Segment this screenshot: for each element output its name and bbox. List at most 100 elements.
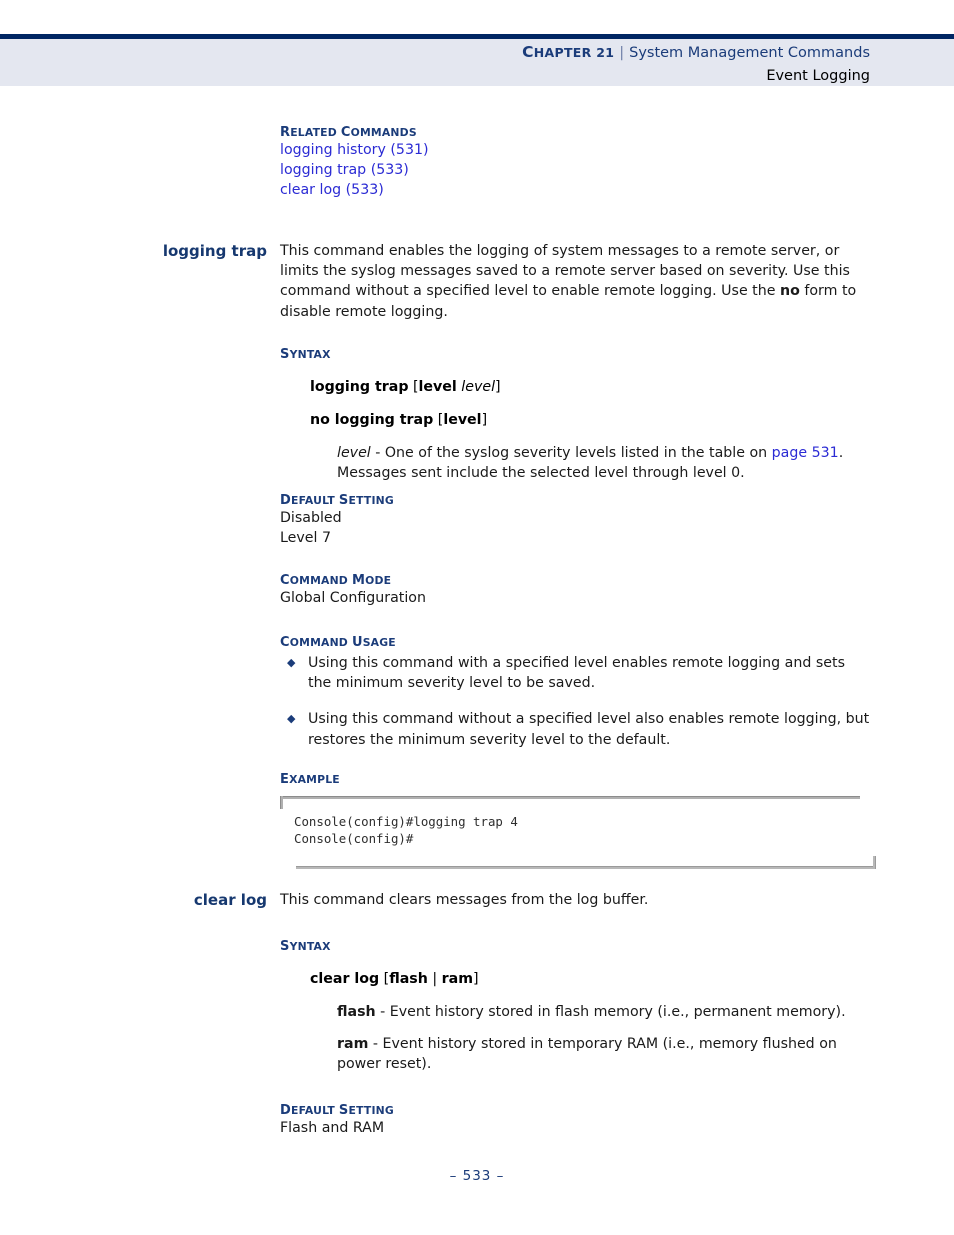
default-setting-heading: DEFAULT SETTING (280, 489, 870, 508)
heading-initial-2: S (338, 493, 349, 508)
heading-initial: D (280, 493, 291, 508)
syntax-pipe: | (427, 971, 442, 987)
example-box-top-left-tick (280, 796, 283, 809)
clear-log-description-text: This command clears messages from the lo… (280, 892, 649, 908)
heading-initial: S (280, 347, 290, 362)
desc-part-1: This command enables the logging of syst… (280, 243, 850, 300)
syntax-bracket-open: [ (408, 379, 419, 395)
heading-rest: OMMAND (289, 636, 352, 649)
chapter-label-initial: C (522, 43, 534, 61)
syntax-param-description-flash: flash - Event history stored in flash me… (337, 1002, 870, 1022)
syntax-bracket-close: ] (473, 971, 479, 987)
syntax-param-level: level (456, 379, 496, 395)
example-console-code: Console(config)#logging trap 4 Console(c… (294, 814, 518, 846)
header-subtitle: Event Logging (766, 68, 870, 84)
header-chapter-line: CHAPTER 21 | System Management Commands (0, 41, 870, 64)
related-command-link-logging-history[interactable]: logging history (531) (280, 140, 870, 160)
syntax-line-logging-trap: logging trap [level level] (310, 377, 870, 397)
heading-rest: YNTAX (289, 940, 331, 953)
diamond-bullet-icon: ◆ (287, 656, 296, 669)
syntax-option-ram: ram (441, 971, 474, 987)
related-command-link-logging-trap[interactable]: logging trap (533) (280, 160, 870, 180)
syntax-bracket-close: ] (495, 379, 501, 395)
heading-rest: XAMPLE (289, 773, 340, 786)
heading-rest-2: ETTING (348, 494, 394, 507)
heading-rest-2: SAGE (362, 636, 396, 649)
clear-log-syntax-section: SYNTAX clear log [flash | ram] flash - E… (280, 935, 870, 1075)
chapter-label: CHAPTER 21 (522, 43, 615, 61)
page-footer: – 533 – (449, 1168, 505, 1184)
logging-trap-example-section: EXAMPLE Console(config)#logging trap 4 C… (280, 768, 876, 869)
syntax-bracket-open: [ (379, 971, 390, 987)
desc-bold-no: no (779, 283, 800, 300)
heading-rest-2: ETTING (348, 1104, 394, 1117)
clear-log-default-setting-section: DEFAULT SETTING Flash and RAM (280, 1099, 870, 1138)
heading-initial: C (280, 635, 290, 650)
command-mode-value: Global Configuration (280, 590, 426, 606)
default-setting-value: Flash and RAM (280, 1120, 385, 1136)
heading-initial-2: C (340, 125, 351, 140)
running-header: CHAPTER 21 | System Management Commands Ev… (0, 41, 870, 87)
logging-trap-default-setting-section: DEFAULT SETTING Disabled Level 7 (280, 489, 870, 548)
param-name-level: level (337, 445, 371, 461)
heading-initial: D (280, 1103, 291, 1118)
header-title: System Management Commands (629, 45, 870, 61)
default-setting-heading: DEFAULT SETTING (280, 1099, 870, 1118)
logging-trap-description-text: This command enables the logging of syst… (280, 241, 870, 322)
list-item: ◆ Using this command without a specified… (280, 709, 870, 749)
syntax-line-no-logging-trap: no logging trap [level] (310, 410, 870, 430)
heading-rest-2: OMMANDS (350, 126, 417, 139)
chapter-label-rest: HAPTER 21 (533, 45, 615, 60)
syntax-command-no: no logging trap (310, 412, 434, 428)
example-heading: EXAMPLE (280, 768, 870, 787)
usage-bullet-text-2: Using this command without a specified l… (308, 711, 870, 748)
syntax-option-flash: flash (389, 971, 428, 987)
syntax-param-description-ram: ram - Event history stored in temporary … (337, 1034, 870, 1074)
syntax-command: clear log (310, 971, 380, 987)
syntax-line-clear-log: clear log [flash | ram] (310, 969, 870, 989)
heading-rest: YNTAX (289, 348, 331, 361)
related-command-link-clear-log[interactable]: clear log (533) (280, 180, 870, 200)
command-heading-clear-log: clear log (193, 891, 267, 909)
param-text-1: - One of the syslog severity levels list… (370, 445, 772, 461)
heading-initial: C (280, 573, 290, 588)
heading-rest: EFAULT (291, 494, 339, 507)
param-text-flash: - Event history stored in flash memory (… (375, 1004, 846, 1020)
syntax-heading: SYNTAX (280, 343, 870, 362)
example-box-top-rule (280, 796, 860, 799)
heading-initial: E (280, 772, 290, 787)
heading-initial: R (280, 125, 291, 140)
default-setting-value-disabled: Disabled (280, 510, 342, 526)
syntax-heading: SYNTAX (280, 935, 870, 954)
header-separator: | (619, 45, 625, 61)
command-mode-heading: COMMAND MODE (280, 569, 870, 588)
example-box-bottom-rule (296, 866, 876, 869)
heading-initial-2: U (351, 635, 363, 650)
heading-rest: OMMAND (289, 574, 352, 587)
heading-rest: EFAULT (291, 1104, 339, 1117)
command-heading-logging-trap: logging trap (162, 242, 267, 260)
command-usage-heading: COMMAND USAGE (280, 631, 870, 650)
related-commands-section: RELATED COMMANDS logging history (531) l… (280, 121, 870, 201)
page-link-531[interactable]: page 531 (772, 445, 839, 461)
related-commands-heading: RELATED COMMANDS (280, 121, 870, 140)
logging-trap-syntax-section: SYNTAX logging trap [level level] no log… (280, 343, 870, 483)
syntax-command: logging trap (310, 379, 409, 395)
example-console-block: Console(config)#logging trap 4 Console(c… (280, 796, 876, 869)
logging-trap-command-usage-section: COMMAND USAGE ◆ Using this command with … (280, 631, 870, 750)
heading-initial: S (280, 939, 290, 954)
list-item: ◆ Using this command with a specified le… (280, 653, 870, 693)
syntax-bracket-close-2: ] (481, 412, 488, 428)
syntax-bracket-open-2: [ (433, 412, 444, 428)
syntax-keyword-level: level (418, 379, 457, 395)
logging-trap-description: This command enables the logging of syst… (280, 241, 870, 322)
default-setting-value-level: Level 7 (280, 530, 331, 547)
param-name-flash: flash (337, 1004, 376, 1020)
param-name-ram: ram (337, 1036, 369, 1053)
heading-rest: ELATED (290, 126, 341, 139)
diamond-bullet-icon: ◆ (287, 712, 296, 726)
heading-initial-2: S (338, 1103, 349, 1118)
syntax-keyword-level-2: level (443, 412, 482, 428)
example-box-bottom-right-tick (873, 856, 876, 869)
syntax-param-description-level: level - One of the syslog severity level… (337, 443, 870, 483)
